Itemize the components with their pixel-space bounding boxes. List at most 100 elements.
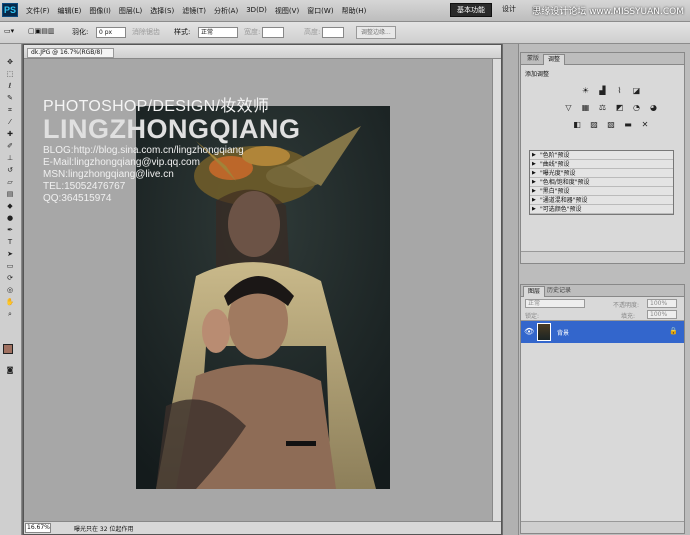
overlay-qq: QQ:364515974 bbox=[43, 193, 112, 204]
canvas-area[interactable]: PHOTOSHOP/DESIGN/妆效师 LINGZHONGQIANG BLOG… bbox=[24, 59, 494, 521]
tab-history[interactable]: 历史记录 bbox=[543, 286, 575, 297]
pen-icon[interactable]: ✒ bbox=[3, 225, 17, 236]
tab-masks[interactable]: 蒙版 bbox=[523, 54, 543, 65]
vibrance-icon[interactable]: ▽ bbox=[563, 102, 574, 113]
adjustments-panel-tabs: 蒙版 调整 bbox=[521, 53, 684, 65]
zoom-icon[interactable]: ⌕ bbox=[3, 309, 17, 320]
preset-levels[interactable]: "色阶"预设 bbox=[530, 151, 673, 160]
eyedropper-icon[interactable]: ⁄ bbox=[3, 117, 17, 128]
preset-hue-saturation[interactable]: "色相/饱和度"预设 bbox=[530, 178, 673, 187]
document-tab-bar: dk.JPG @ 16.7%(RGB/8) bbox=[24, 45, 501, 59]
tool-preset-icon[interactable]: ▭▾ bbox=[4, 27, 14, 35]
blend-mode-select[interactable]: 正常 bbox=[525, 299, 585, 308]
healing-icon[interactable]: ✚ bbox=[3, 129, 17, 140]
preset-curves[interactable]: "曲线"预设 bbox=[530, 160, 673, 169]
shape-icon[interactable]: ▭ bbox=[3, 261, 17, 272]
width-input[interactable] bbox=[262, 27, 284, 38]
preset-black-white[interactable]: "黑白"预设 bbox=[530, 187, 673, 196]
width-label: 宽度: bbox=[244, 28, 261, 36]
marquee-icon[interactable]: ⬚ bbox=[3, 69, 17, 80]
clone-stamp-icon[interactable]: ⊥ bbox=[3, 153, 17, 164]
opacity-label: 不透明度: bbox=[613, 302, 640, 309]
3d-orbit-icon[interactable]: ◎ bbox=[3, 285, 17, 296]
style-select[interactable]: 正常 bbox=[198, 27, 238, 38]
document-tab[interactable]: dk.JPG @ 16.7%(RGB/8) bbox=[27, 48, 114, 58]
options-bar: ▭▾ ▢▣▤▥ 羽化: 0 px 消除锯齿 样式: 正常 宽度: 高度: 调整边… bbox=[0, 22, 690, 44]
exposure-icon[interactable]: ◪ bbox=[631, 85, 642, 96]
preset-exposure[interactable]: "曝光度"预设 bbox=[530, 169, 673, 178]
layer-thumbnail bbox=[537, 323, 551, 341]
photo-filter-icon[interactable]: ◔ bbox=[631, 102, 642, 113]
fill-input[interactable]: 100% bbox=[647, 310, 677, 319]
blur-icon[interactable]: ◆ bbox=[3, 201, 17, 212]
workspace-essentials-button[interactable]: 基本功能 bbox=[450, 3, 492, 17]
layers-panel: 图层 历史记录 正常 不透明度: 100% 锁定: 填充: 100% 👁 背景 … bbox=[520, 284, 685, 534]
document-window: dk.JPG @ 16.7%(RGB/8) PHOTOSHOP/DESIGN/妆… bbox=[23, 44, 502, 535]
brush-icon[interactable]: ✐ bbox=[3, 141, 17, 152]
tab-adjustments[interactable]: 调整 bbox=[543, 54, 566, 65]
menu-select[interactable]: 选择(S) bbox=[146, 6, 178, 16]
lasso-icon[interactable]: ℓ bbox=[3, 81, 17, 92]
dodge-icon[interactable]: ● bbox=[3, 213, 17, 224]
menu-layer[interactable]: 图层(L) bbox=[115, 6, 146, 16]
adjustments-panel: 蒙版 调整 添加调整 ☀ ▟ ⌇ ◪ ▽ ▦ ⚖ ◩ ◔ ◕ ◧ ▨ ▧ ▬ ✕… bbox=[520, 52, 685, 264]
black-white-icon[interactable]: ◩ bbox=[614, 102, 625, 113]
menu-3d[interactable]: 3D(D) bbox=[242, 6, 271, 16]
selective-color-icon[interactable]: ✕ bbox=[640, 119, 651, 130]
history-brush-icon[interactable]: ↺ bbox=[3, 165, 17, 176]
menu-edit[interactable]: 编辑(E) bbox=[54, 6, 86, 16]
menu-filter[interactable]: 滤镜(T) bbox=[178, 6, 210, 16]
levels-icon[interactable]: ▟ bbox=[597, 85, 608, 96]
workspace-design-button[interactable]: 设计 bbox=[496, 3, 522, 17]
hue-saturation-icon[interactable]: ▦ bbox=[580, 102, 591, 113]
quick-select-icon[interactable]: ✎ bbox=[3, 93, 17, 104]
menu-analysis[interactable]: 分析(A) bbox=[210, 6, 242, 16]
status-bar: 16.67% 曝光只在 32 位起作用 bbox=[24, 521, 501, 534]
vertical-scrollbar[interactable] bbox=[492, 59, 501, 521]
preset-selective-color[interactable]: "可选颜色"预设 bbox=[530, 205, 673, 214]
zoom-level-field[interactable]: 16.67% bbox=[25, 523, 51, 533]
gradient-icon[interactable]: ▤ bbox=[3, 189, 17, 200]
menu-window[interactable]: 窗口(W) bbox=[303, 6, 337, 16]
main-menu: 文件(F) 编辑(E) 图像(I) 图层(L) 选择(S) 滤镜(T) 分析(A… bbox=[22, 6, 370, 16]
type-icon[interactable]: T bbox=[3, 237, 17, 248]
crop-icon[interactable]: ⌗ bbox=[3, 105, 17, 116]
menu-image[interactable]: 图像(I) bbox=[85, 6, 115, 16]
height-input[interactable] bbox=[322, 27, 344, 38]
visibility-eye-icon[interactable]: 👁 bbox=[524, 327, 534, 337]
channel-mixer-icon[interactable]: ◕ bbox=[648, 102, 659, 113]
brightness-contrast-icon[interactable]: ☀ bbox=[580, 85, 591, 96]
invert-icon[interactable]: ◧ bbox=[572, 119, 583, 130]
menu-view[interactable]: 视图(V) bbox=[271, 6, 303, 16]
selection-mode-icons[interactable]: ▢▣▤▥ bbox=[28, 27, 54, 35]
toolbox-strip: ✥ ⬚ ℓ ✎ ⌗ ⁄ ✚ ✐ ⊥ ↺ ▱ ▤ ◆ ● ✒ T ➤ ▭ ⟳ ◎ … bbox=[0, 44, 22, 535]
color-balance-icon[interactable]: ⚖ bbox=[597, 102, 608, 113]
photoshop-logo: PS bbox=[2, 3, 18, 17]
path-select-icon[interactable]: ➤ bbox=[3, 249, 17, 260]
workspace-switcher: 基本功能 设计 » bbox=[450, 3, 542, 17]
opacity-input[interactable]: 100% bbox=[647, 299, 677, 308]
layer-controls: 正常 不透明度: 100% 锁定: 填充: 100% bbox=[521, 297, 684, 321]
curves-icon[interactable]: ⌇ bbox=[614, 85, 625, 96]
adjustments-panel-footer bbox=[521, 251, 684, 263]
threshold-icon[interactable]: ▧ bbox=[606, 119, 617, 130]
3d-rotate-icon[interactable]: ⟳ bbox=[3, 273, 17, 284]
foreground-color-swatch[interactable] bbox=[3, 344, 13, 354]
overlay-title: PHOTOSHOP/DESIGN/妆效师 bbox=[43, 98, 270, 115]
move-icon[interactable]: ✥ bbox=[3, 57, 17, 68]
layers-panel-footer bbox=[521, 521, 684, 533]
gradient-map-icon[interactable]: ▬ bbox=[623, 119, 634, 130]
hand-icon[interactable]: ✋ bbox=[3, 297, 17, 308]
layer-row-background[interactable]: 👁 背景 🔒 bbox=[521, 321, 684, 343]
feather-input[interactable]: 0 px bbox=[96, 27, 126, 38]
menu-bar: PS 文件(F) 编辑(E) 图像(I) 图层(L) 选择(S) 滤镜(T) 分… bbox=[0, 0, 690, 22]
antialias-checkbox[interactable]: 消除锯齿 bbox=[132, 27, 160, 37]
quick-mask-icon[interactable]: ◙ bbox=[3, 365, 17, 376]
eraser-icon[interactable]: ▱ bbox=[3, 177, 17, 188]
menu-help[interactable]: 帮助(H) bbox=[338, 6, 371, 16]
posterize-icon[interactable]: ▨ bbox=[589, 119, 600, 130]
preset-channel-mixer[interactable]: "通道混和器"预设 bbox=[530, 196, 673, 205]
menu-file[interactable]: 文件(F) bbox=[22, 6, 54, 16]
refine-edge-button[interactable]: 调整边缘... bbox=[356, 26, 396, 39]
tab-layers[interactable]: 图层 bbox=[523, 286, 546, 297]
